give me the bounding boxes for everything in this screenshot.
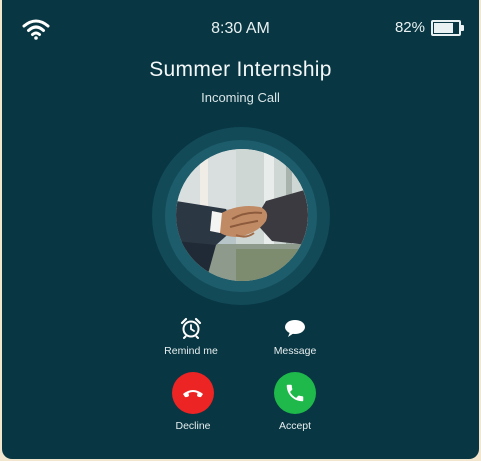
- accept-label: Accept: [278, 420, 312, 432]
- caller-avatar: [176, 149, 308, 281]
- incoming-call-screen: 8:30 AM 82% Summer Internship Incoming C…: [2, 0, 479, 459]
- message-label: Message: [273, 345, 317, 357]
- battery-status: 82%: [394, 19, 464, 36]
- decline-label: Decline: [175, 420, 211, 432]
- decline-button[interactable]: Decline: [143, 372, 243, 432]
- handshake-photo: [176, 149, 308, 281]
- status-bar: 8:30 AM 82%: [2, 0, 479, 56]
- alarm-clock-icon: [180, 317, 202, 339]
- accept-circle[interactable]: [274, 372, 316, 414]
- chat-bubble-icon: [285, 320, 305, 337]
- battery-fill: [434, 22, 454, 33]
- message-button[interactable]: Message: [245, 317, 345, 357]
- battery-icon: [431, 19, 464, 36]
- accept-button[interactable]: Accept: [245, 372, 345, 432]
- phone-icon: [286, 384, 304, 402]
- battery-percent: 82%: [394, 19, 425, 36]
- call-status: Incoming Call: [201, 90, 280, 105]
- decline-circle[interactable]: [172, 372, 214, 414]
- remind-me-label: Remind me: [164, 345, 218, 357]
- remind-me-button[interactable]: Remind me: [141, 317, 241, 357]
- battery-tip: [461, 24, 464, 31]
- phone-hangup-icon: [183, 390, 203, 398]
- caller-name: Summer Internship: [149, 58, 332, 81]
